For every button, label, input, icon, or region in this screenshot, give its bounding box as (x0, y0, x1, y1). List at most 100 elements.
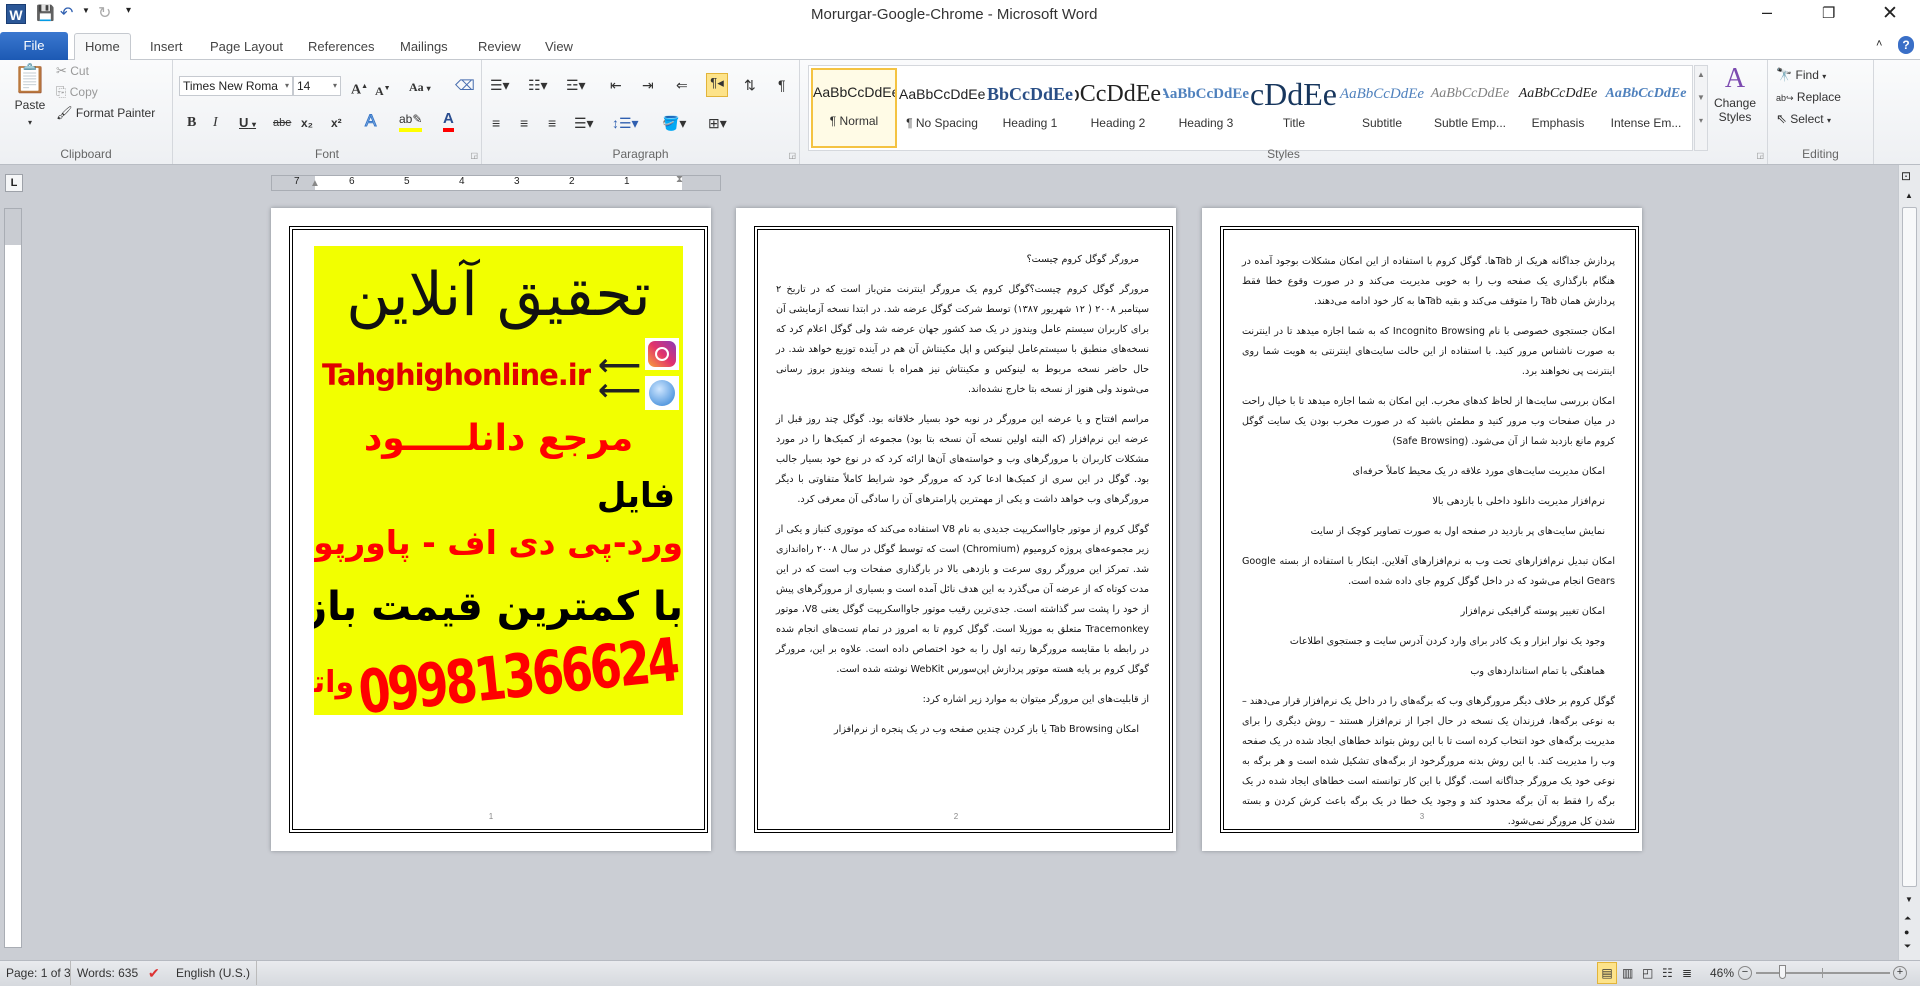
dialog-launcher-icon[interactable]: ◲ (470, 151, 478, 160)
numbering-icon[interactable]: ☷▾ (528, 76, 548, 94)
change-case-button[interactable]: Aa ▾ (409, 78, 431, 98)
decrease-indent-icon[interactable]: ⇤ (610, 76, 622, 94)
style-heading-1[interactable]: AaBbCcDdEe Heading 1 (987, 72, 1073, 152)
more-styles-icon[interactable]: ▾ (1695, 116, 1707, 125)
outline-icon[interactable]: ☷ (1662, 961, 1673, 985)
text-effects-icon[interactable]: A (364, 111, 376, 130)
page-1[interactable]: تحقیق آنلاین ⟵ ⟵ Tahghighonline.ir مرجع … (271, 208, 711, 851)
ltr-toggle-icon[interactable]: ¶◂ (706, 73, 728, 97)
zoom-out-icon[interactable]: − (1738, 966, 1752, 980)
tab-insert[interactable]: Insert (140, 36, 193, 60)
bold-button[interactable]: B (187, 114, 196, 132)
proofing-icon[interactable]: ✔ (148, 961, 160, 985)
find-button[interactable]: 🔭 Find ▾ (1776, 66, 1826, 86)
style-subtle-emphasis[interactable]: AaBbCcDdEe Subtle Emp... (1427, 72, 1513, 152)
page-text[interactable]: پردازش جداگانه هریک از Tabها. گوگل کروم … (1242, 252, 1615, 842)
minimize-icon[interactable]: – (1762, 2, 1772, 23)
dialog-launcher-icon[interactable]: ◲ (1756, 151, 1764, 160)
web-layout-icon[interactable]: ◰ (1642, 961, 1653, 985)
paste-button[interactable]: 📋 Paste ▾ (10, 62, 50, 132)
ruler-toggle-icon[interactable]: ⊡ (1901, 169, 1911, 183)
style-subtitle[interactable]: AaBbCcDdEe Subtitle (1339, 72, 1425, 152)
strikethrough-button[interactable]: abe (273, 114, 291, 132)
zoom-level[interactable]: 46% (1710, 961, 1734, 985)
previous-page-icon[interactable]: ⏶ (1904, 913, 1911, 924)
superscript-button[interactable]: x² (331, 114, 342, 132)
tab-file[interactable]: File (0, 32, 68, 60)
style-heading-3[interactable]: AaBbCcDdEe Heading 3 (1163, 72, 1249, 152)
shrink-font-icon[interactable]: A▼ (375, 79, 391, 100)
tab-home[interactable]: Home (74, 33, 131, 61)
close-icon[interactable]: ✕ (1882, 2, 1898, 25)
grow-font-icon[interactable]: A▲ (351, 77, 368, 100)
language[interactable]: English (U.S.) (176, 961, 258, 985)
dialog-launcher-icon[interactable]: ◲ (788, 151, 796, 160)
justify-icon[interactable]: ☰▾ (574, 114, 594, 132)
vertical-scrollbar[interactable]: ⊡ ▲ ▼ ⏶ ● ⏷ (1898, 165, 1920, 960)
highlight-icon[interactable]: ab✎ (399, 110, 423, 132)
left-indent-marker[interactable]: ▲ (310, 178, 320, 189)
copy-button[interactable]: ⎘ Copy (56, 83, 98, 101)
page-3[interactable]: پردازش جداگانه هریک از Tabها. گوگل کروم … (1202, 208, 1642, 851)
horizontal-ruler[interactable]: 7 6 5 4 3 2 1 ▲ ⧗ (271, 174, 721, 191)
word-logo-icon[interactable]: W (6, 4, 26, 24)
save-icon[interactable]: 💾 (36, 4, 55, 22)
scroll-up-icon[interactable]: ▲ (1695, 70, 1707, 79)
font-name-combo[interactable]: Times New Roma ▾ (179, 76, 293, 96)
full-screen-reading-icon[interactable]: ▥ (1622, 961, 1633, 985)
tab-page-layout[interactable]: Page Layout (200, 36, 293, 60)
scroll-down-icon[interactable]: ▼ (1905, 895, 1913, 904)
style-intense-emphasis[interactable]: AaBbCcDdEe Intense Em... (1603, 72, 1689, 152)
align-center-icon[interactable]: ≡ (520, 114, 528, 132)
borders-icon[interactable]: ⊞▾ (708, 114, 727, 132)
italic-button[interactable]: I (213, 114, 218, 132)
page-count[interactable]: Page: 1 of 3 (6, 961, 71, 985)
restore-icon[interactable]: ❐ (1822, 4, 1835, 22)
underline-button[interactable]: U ▾ (239, 114, 256, 134)
font-size-combo[interactable]: 14 ▾ (293, 76, 341, 96)
minimize-ribbon-icon[interactable]: ˄ (1876, 38, 1882, 50)
styles-scrollbar[interactable]: ▲ ▼ ▾ (1694, 65, 1708, 151)
font-color-icon[interactable]: A (443, 110, 454, 132)
style-normal[interactable]: AaBbCcDdEe ¶ Normal (811, 68, 897, 148)
redo-icon[interactable]: ↻ (98, 3, 111, 23)
bullets-icon[interactable]: ☰▾ (490, 76, 510, 94)
clear-formatting-icon[interactable]: ⌫ (455, 76, 475, 94)
rtl-icon[interactable]: ⇐ (676, 76, 688, 94)
draft-icon[interactable]: ≣ (1682, 961, 1692, 985)
help-icon[interactable]: ? (1898, 36, 1914, 54)
replace-button[interactable]: ab↪ Replace (1776, 88, 1841, 107)
undo-icon[interactable]: ↶ (60, 3, 73, 23)
tab-review[interactable]: Review (468, 36, 531, 60)
style-emphasis[interactable]: AaBbCcDdEe Emphasis (1515, 72, 1601, 152)
page-text[interactable]: مرورگر گوگل کروم چیست؟ مرورگر گوگل کروم … (776, 250, 1149, 750)
right-indent-marker[interactable]: ⧗ (676, 174, 683, 185)
change-styles-button[interactable]: A Change Styles (1710, 62, 1760, 124)
browse-object-icon[interactable]: ● (1904, 927, 1909, 937)
shading-icon[interactable]: 🪣▾ (662, 114, 686, 132)
sort-icon[interactable]: ⇅ (744, 76, 756, 94)
word-count[interactable]: Words: 635 (70, 961, 138, 985)
style-no-spacing[interactable]: AaBbCcDdEe ¶ No Spacing (899, 72, 985, 152)
select-button[interactable]: ⇖ Select ▾ (1776, 110, 1831, 130)
cut-button[interactable]: ✂ Cut (56, 62, 89, 80)
tab-mailings[interactable]: Mailings (390, 36, 458, 60)
tab-references[interactable]: References (298, 36, 384, 60)
style-title[interactable]: AaBbCcDdEe Title (1251, 72, 1337, 152)
tab-selector[interactable]: L (5, 174, 23, 192)
scroll-down-icon[interactable]: ▼ (1695, 93, 1707, 102)
scrollbar-thumb[interactable] (1902, 207, 1917, 887)
increase-indent-icon[interactable]: ⇥ (642, 76, 654, 94)
multilevel-list-icon[interactable]: ☲▾ (566, 76, 586, 94)
print-layout-icon[interactable]: ▤ (1597, 962, 1617, 984)
style-heading-2[interactable]: AaBbCcDdEe Heading 2 (1075, 72, 1161, 152)
tab-view[interactable]: View (535, 36, 583, 60)
next-page-icon[interactable]: ⏷ (1904, 941, 1911, 952)
align-right-icon[interactable]: ≡ (548, 114, 556, 132)
line-spacing-icon[interactable]: ↕☰▾ (612, 114, 639, 132)
format-painter-button[interactable]: 🖌 Format Painter (56, 104, 155, 122)
zoom-slider-thumb[interactable] (1779, 965, 1787, 979)
zoom-in-icon[interactable]: + (1893, 966, 1907, 980)
page-2[interactable]: مرورگر گوگل کروم چیست؟ مرورگر گوگل کروم … (736, 208, 1176, 851)
vertical-ruler[interactable] (4, 208, 22, 948)
